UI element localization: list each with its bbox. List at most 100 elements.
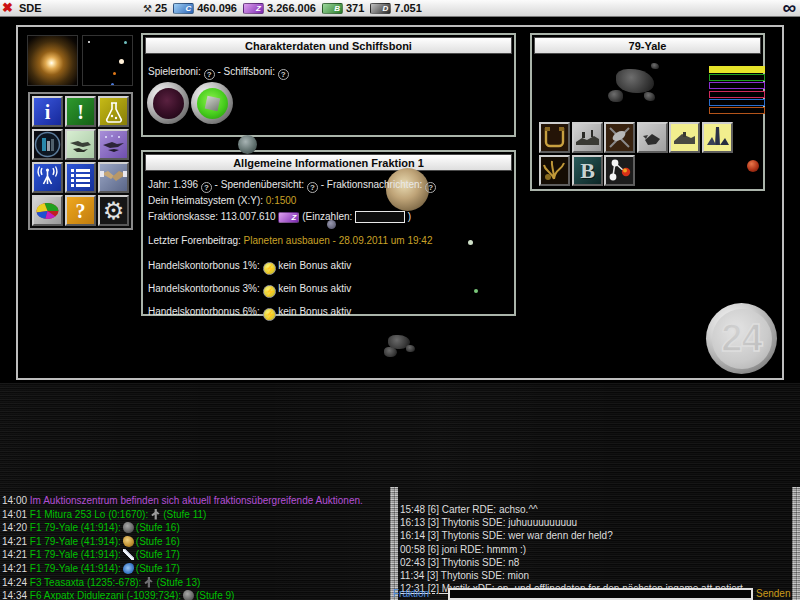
- galaxy-thumbnail[interactable]: [27, 35, 78, 86]
- gear-icon: ⚙: [103, 199, 125, 223]
- infinity-icon: ∞: [782, 0, 796, 19]
- yale-slot-ship[interactable]: [637, 122, 668, 153]
- event-log-line: 14:24 F3 Teasaxta (1235:-678):(Stufe 13): [2, 576, 388, 590]
- deposit-input[interactable]: [355, 211, 405, 223]
- help-badge[interactable]: ?: [278, 69, 289, 80]
- chat-line: 15:48 [6] Carter RDE: achso.^^: [400, 503, 788, 516]
- help-badge[interactable]: ?: [204, 69, 215, 80]
- resource-tool: ⚒ 25: [143, 2, 167, 14]
- home-system-line: Dein Heimatsystem (X:Y): 0:1500: [148, 195, 296, 206]
- event-log-line: 14:21 F1 79-Yale (41:914):(Stufe 16): [2, 535, 388, 549]
- asteroid-sprite: [608, 90, 623, 102]
- yale-slot-factory[interactable]: [572, 122, 603, 153]
- resource-bar-indicator: [709, 74, 765, 81]
- event-icon: [150, 509, 161, 520]
- menu-help-button[interactable]: ?: [65, 195, 96, 226]
- asteroid-sprite: [406, 345, 415, 352]
- planet-sprite: [238, 135, 257, 154]
- lightning-icon[interactable]: [263, 285, 276, 298]
- resource-bar-indicator: [709, 107, 765, 114]
- chat-input[interactable]: [448, 588, 753, 600]
- menu-grid: i !: [28, 92, 133, 230]
- tool-value: 25: [155, 2, 167, 14]
- menu-messages-button[interactable]: [65, 162, 96, 193]
- asteroid-sprite: [651, 63, 659, 69]
- chat-line: 02:43 [3] Thytonis SDE: n8: [400, 556, 788, 569]
- menu-statistics-button[interactable]: [32, 195, 63, 226]
- send-button[interactable]: Senden: [756, 588, 790, 599]
- close-icon[interactable]: ✖: [2, 0, 13, 15]
- currency-icon: Z: [243, 3, 264, 14]
- event-log-line: 14:21 F1 79-Yale (41:914):(Stufe 17): [2, 548, 388, 562]
- home-system-link[interactable]: 0:1500: [266, 195, 297, 206]
- resource-bar-indicator: [709, 82, 765, 89]
- resource-item: D 7.051: [370, 2, 422, 14]
- menu-combat-button[interactable]: [98, 129, 129, 160]
- resource-bar: ⚒ 25 C 460.096 Z 3.266.006 B: [143, 2, 422, 14]
- system-panel: 79-Yale: [530, 33, 765, 191]
- menu-fleet-button[interactable]: [65, 129, 96, 160]
- combat-icon: [100, 131, 127, 158]
- faction-panel-title: Allgemeine Informationen Fraktion 1: [145, 154, 512, 171]
- question-icon: ?: [76, 201, 86, 221]
- event-log-line: 14:01 F1 Mitura 253 Lo (0:1670):(Stufe 1…: [2, 508, 388, 522]
- currency-value: 7.051: [394, 2, 422, 14]
- yale-slot-plant[interactable]: [539, 155, 570, 186]
- cube-icon: [204, 95, 219, 110]
- menu-research-button[interactable]: [98, 96, 129, 127]
- chat-scrollbar-right[interactable]: [792, 487, 800, 600]
- yale-slot-station[interactable]: [669, 122, 700, 153]
- yale-slot-obelisk[interactable]: [702, 122, 733, 153]
- currency-value: 3.266.006: [267, 2, 316, 14]
- faction-info-line: Jahr: 1.396 ? - Spendenübersicht: ? - Fr…: [148, 179, 436, 193]
- resource-item: B 371: [322, 2, 364, 14]
- chat-scrollbar-left[interactable]: [390, 487, 398, 600]
- yale-slot-research-network[interactable]: [604, 155, 635, 186]
- tick-counter[interactable]: 24: [706, 303, 777, 374]
- help-badge[interactable]: ?: [425, 182, 436, 193]
- lightning-icon[interactable]: [263, 262, 276, 275]
- event-log-line: 14:00 Im Auktionszentrum befinden sich a…: [2, 494, 388, 508]
- trade-bonus-row: Handelskontorbonus 6%: kein Bonus aktiv: [148, 306, 351, 321]
- forum-post-link[interactable]: Planeten ausbauen - 28.09.2011 um 19:42: [244, 235, 433, 246]
- menu-settings-button[interactable]: ⚙: [98, 195, 129, 226]
- chat-channel-tab[interactable]: Fraktion: [393, 588, 429, 599]
- chat-line: 00:58 [6] joni RDE: hmmm :): [400, 543, 788, 556]
- help-badge[interactable]: ?: [307, 182, 318, 193]
- resource-bar-indicator: [709, 99, 765, 106]
- menu-info-button[interactable]: i: [32, 96, 63, 127]
- resource-item: C 460.096: [173, 2, 237, 14]
- event-icon: [123, 563, 134, 574]
- spielerboni-orb[interactable]: [147, 82, 189, 124]
- event-log: 14:00 Im Auktionszentrum befinden sich a…: [2, 494, 388, 600]
- antenna-icon: [35, 165, 60, 190]
- currency-value: 460.096: [197, 2, 237, 14]
- event-icon: [123, 536, 134, 547]
- yale-slot-b-building[interactable]: B: [572, 155, 603, 186]
- system-panel-title: 79-Yale: [534, 37, 761, 54]
- event-icon: [183, 590, 194, 600]
- chat-line: 16:14 [3] Thytonis SDE: wer war denn der…: [400, 529, 788, 542]
- schiffsboni-orb[interactable]: [191, 82, 233, 124]
- resource-bar-indicator: [709, 66, 765, 73]
- currency-icon: D: [370, 3, 391, 14]
- asteroid-sprite: [384, 347, 397, 357]
- info-icon: i: [45, 102, 51, 122]
- menu-station-button[interactable]: [32, 129, 63, 160]
- star-dot: [468, 240, 473, 245]
- chat-line: 16:13 [3] Thytonis SDE: juhuuuuuuuuuu: [400, 516, 788, 529]
- station-icon: [34, 131, 61, 158]
- star-dot: [88, 41, 90, 43]
- yale-slot-satellite[interactable]: [604, 122, 635, 153]
- list-icon: [68, 165, 93, 190]
- starfield-thumbnail[interactable]: [82, 35, 133, 86]
- menu-events-button[interactable]: !: [65, 96, 96, 127]
- menu-comms-button[interactable]: [32, 162, 63, 193]
- event-log-line: 14:34 F6 Axpatx Didulezani (-1039:734):(…: [2, 589, 388, 600]
- yale-slot-gate[interactable]: [539, 122, 570, 153]
- help-badge[interactable]: ?: [201, 182, 212, 193]
- lightning-icon[interactable]: [263, 308, 276, 321]
- star-dot: [474, 289, 478, 293]
- menu-diplomacy-button[interactable]: [98, 162, 129, 193]
- treasury-line: Fraktionskasse: 113.007.610 Z (Einzahlen…: [148, 211, 411, 223]
